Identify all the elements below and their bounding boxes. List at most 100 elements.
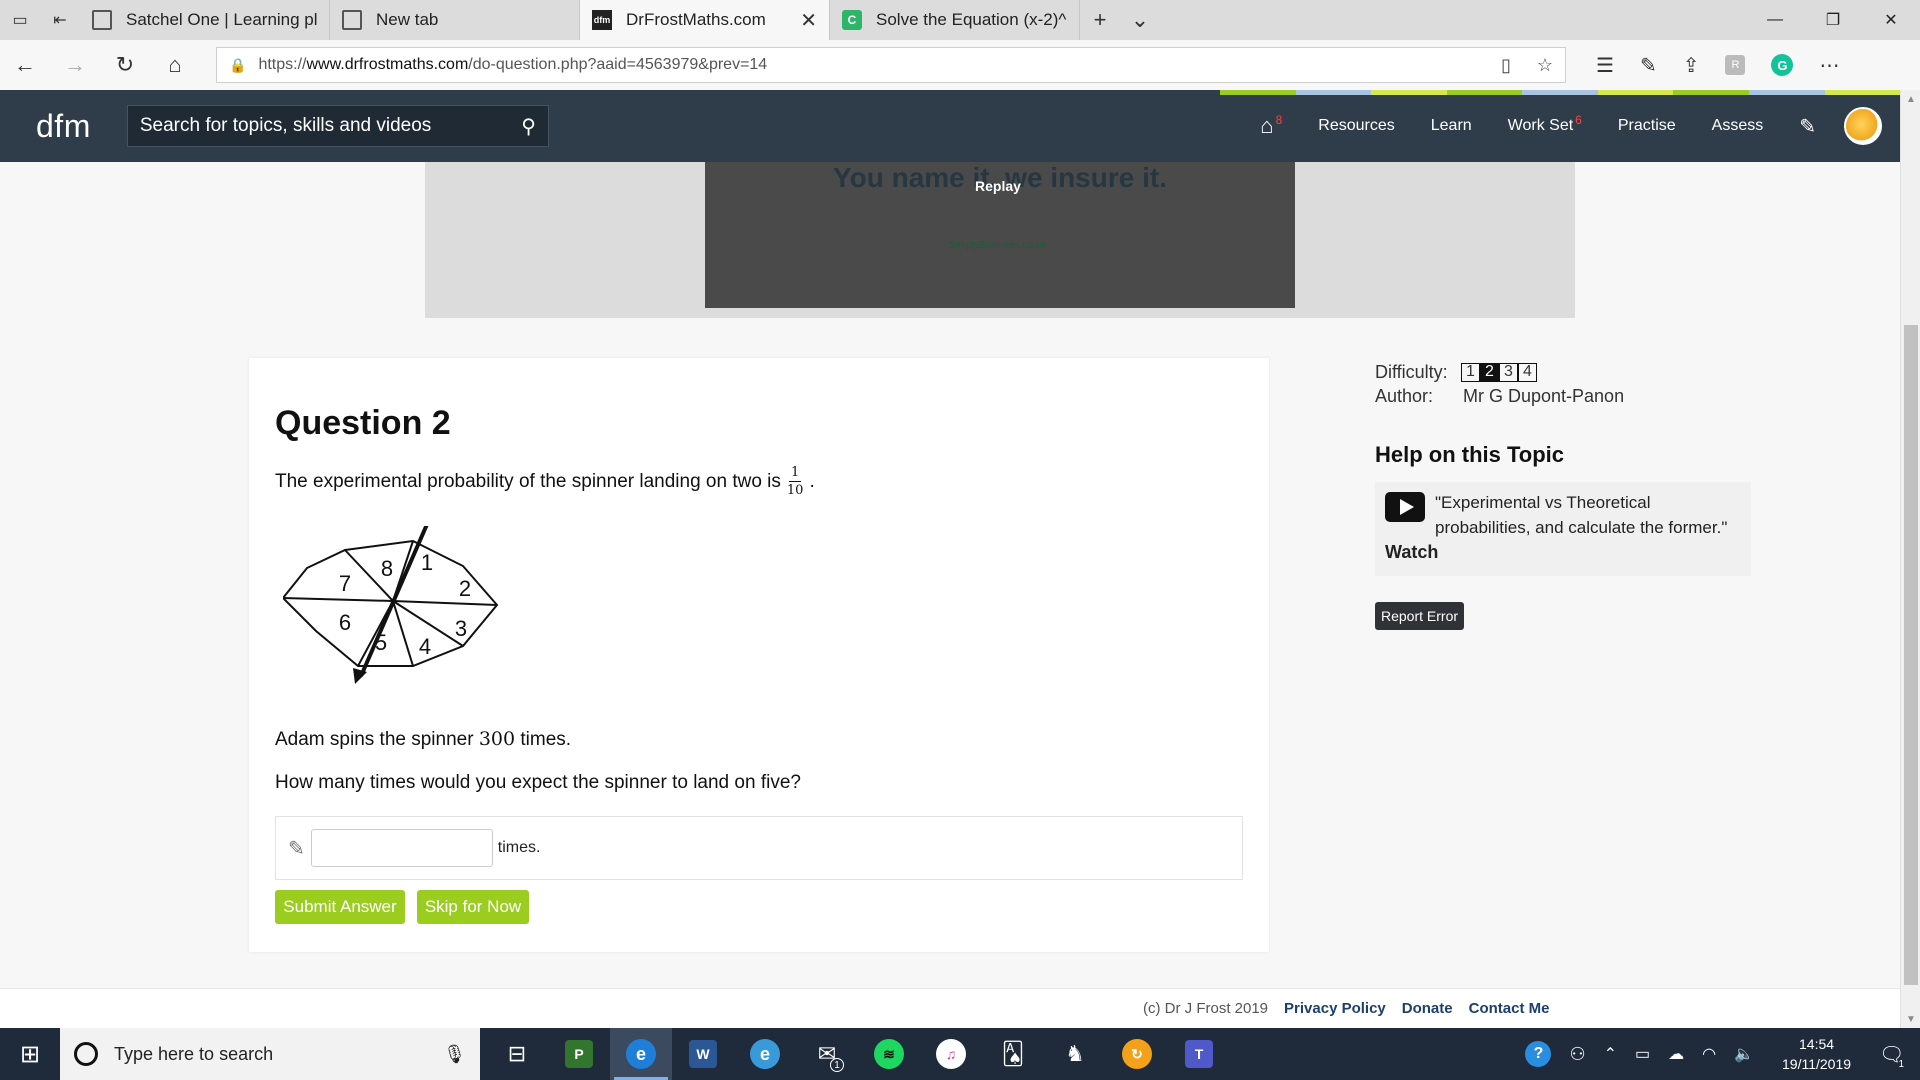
- tab-drfrostmaths[interactable]: dfm DrFrostMaths.com ✕: [580, 0, 830, 40]
- reading-view-icon[interactable]: ▯: [1501, 55, 1511, 76]
- new-tab-button[interactable]: +: [1080, 0, 1120, 40]
- address-bar: ← → ↻ ⌂ 🔒 https://www.drfrostmaths.com/d…: [0, 40, 1920, 90]
- edge-app-icon[interactable]: e: [610, 1028, 672, 1080]
- ad-link[interactable]: SimplyBusiness.co.uk: [949, 240, 1046, 251]
- avatar[interactable]: [1844, 107, 1882, 145]
- extension-icon[interactable]: R: [1725, 55, 1746, 75]
- donate-link[interactable]: Donate: [1402, 1000, 1453, 1017]
- favorite-star-icon[interactable]: ☆: [1537, 55, 1553, 76]
- notification-icon[interactable]: 🗨1: [1879, 1042, 1910, 1070]
- spotify-app-icon[interactable]: ≋: [858, 1028, 920, 1080]
- game-app-icon[interactable]: ♞: [1044, 1028, 1106, 1080]
- tab-actions-icon[interactable]: ▭: [0, 0, 40, 40]
- spinner-diagram: 8 1 2 3 4 5 6 7: [283, 526, 499, 684]
- refresh-icon[interactable]: ↻: [100, 52, 150, 78]
- skip-button[interactable]: Skip for Now: [417, 890, 529, 924]
- spinner-label: 6: [339, 610, 351, 635]
- minimize-icon[interactable]: —: [1746, 0, 1804, 40]
- close-window-icon[interactable]: ✕: [1862, 0, 1920, 40]
- replay-button[interactable]: Replay: [975, 178, 1021, 194]
- teams-app-icon[interactable]: T: [1168, 1028, 1230, 1080]
- forward-icon[interactable]: →: [50, 52, 100, 78]
- nav-resources[interactable]: Resources: [1300, 117, 1412, 135]
- scroll-thumb[interactable]: [1904, 325, 1918, 985]
- set-tabs-aside-icon[interactable]: ⇤: [40, 0, 80, 40]
- help-title: Help on this Topic: [1375, 442, 1565, 467]
- nav-work-set-label: Work Set: [1507, 117, 1574, 134]
- volume-icon[interactable]: 🔈: [1734, 1044, 1754, 1064]
- spinner-label: 8: [381, 556, 393, 581]
- word-app-icon[interactable]: W: [672, 1028, 734, 1080]
- site-search-input[interactable]: [139, 115, 522, 137]
- submit-answer-button[interactable]: Submit Answer: [275, 890, 405, 924]
- back-icon[interactable]: ←: [0, 52, 50, 78]
- pencil-icon[interactable]: ✎: [1781, 114, 1834, 139]
- clock[interactable]: 14:54 19/11/2019: [1782, 1034, 1851, 1074]
- difficulty-level: 1: [1461, 362, 1480, 382]
- tab-label: Satchel One | Learning platf: [126, 10, 317, 29]
- pen-icon[interactable]: ✎: [1640, 53, 1657, 78]
- close-tab-icon[interactable]: ✕: [800, 8, 817, 33]
- nav-learn[interactable]: Learn: [1413, 117, 1490, 135]
- search-icon[interactable]: ⚲: [521, 114, 536, 139]
- scroll-down-icon[interactable]: ▼: [1901, 1010, 1920, 1028]
- nav-assess[interactable]: Assess: [1694, 117, 1782, 135]
- tab-new-tab[interactable]: New tab: [330, 0, 580, 40]
- cortana-icon[interactable]: [74, 1042, 98, 1066]
- page-scrollbar[interactable]: ▲ ▼: [1900, 90, 1920, 1028]
- nav-work-set[interactable]: Work Set 6: [1490, 113, 1600, 135]
- cloud-icon[interactable]: ☁: [1668, 1044, 1684, 1064]
- microphone-icon[interactable]: 🎙: [443, 1044, 466, 1065]
- battery-icon[interactable]: ▭: [1635, 1044, 1650, 1064]
- url-field[interactable]: 🔒 https://www.drfrostmaths.com/do-questi…: [216, 47, 1566, 83]
- chevron-up-icon[interactable]: ⌃: [1604, 1044, 1617, 1064]
- tab-satchel-one[interactable]: Satchel One | Learning platf: [80, 0, 330, 40]
- help-video-card[interactable]: "Experimental vs Theoretical probabiliti…: [1375, 482, 1751, 576]
- house-icon: ⌂: [1260, 113, 1274, 138]
- color-strip: [1220, 90, 1901, 95]
- internet-explorer-icon[interactable]: e: [734, 1028, 796, 1080]
- wifi-icon[interactable]: ◠: [1702, 1044, 1716, 1064]
- difficulty-level: 2: [1480, 362, 1499, 382]
- home-badge: 8: [1275, 113, 1283, 127]
- task-view-icon[interactable]: ⊟: [486, 1028, 548, 1080]
- copyright: (c) Dr J Frost 2019: [1143, 1000, 1269, 1017]
- more-icon[interactable]: ⋯: [1819, 53, 1839, 78]
- scroll-up-icon[interactable]: ▲: [1901, 90, 1920, 108]
- fraction: 1 10: [786, 465, 804, 498]
- nav-practise[interactable]: Practise: [1600, 117, 1694, 135]
- tab-solve-equation[interactable]: C Solve the Equation (x-2)^2+: [830, 0, 1080, 40]
- report-error-button[interactable]: Report Error: [1375, 602, 1465, 630]
- tab-label: New tab: [376, 10, 439, 29]
- main-menu: ⌂ 8 Resources Learn Work Set 6 Practise …: [1242, 107, 1900, 145]
- notification-count: 1: [1898, 1058, 1904, 1070]
- help-tray-icon[interactable]: ?: [1525, 1041, 1552, 1067]
- play-icon[interactable]: [1385, 492, 1425, 522]
- people-icon[interactable]: ⚇: [1569, 1044, 1585, 1065]
- tab-label: Solve the Equation (x-2)^2+: [876, 10, 1067, 29]
- nav-home[interactable]: ⌂ 8: [1242, 113, 1300, 139]
- grammarly-icon[interactable]: G: [1771, 54, 1794, 76]
- answer-area: ✎ times.: [275, 816, 1243, 880]
- itunes-app-icon[interactable]: ♫: [920, 1028, 982, 1080]
- privacy-link[interactable]: Privacy Policy: [1284, 1000, 1386, 1017]
- share-icon[interactable]: ⇪: [1683, 53, 1700, 78]
- taskbar-search-input[interactable]: [114, 1043, 444, 1065]
- taskbar-apps: ⊟ P e W e ✉ 1 ≋ ♫ 🂡 ♞ ↻ T: [486, 1028, 1230, 1080]
- solitaire-app-icon[interactable]: 🂡: [982, 1028, 1044, 1080]
- mail-app-icon[interactable]: ✉ 1: [796, 1028, 858, 1080]
- sync-app-icon[interactable]: ↻: [1106, 1028, 1168, 1080]
- url-text: https://www.drfrostmaths.com/do-question…: [258, 56, 768, 73]
- windows-start-icon[interactable]: ⊞: [0, 1040, 60, 1069]
- favorites-list-icon[interactable]: ☰: [1596, 53, 1614, 78]
- chevron-down-icon[interactable]: ⌄: [1120, 0, 1160, 40]
- project-app-icon[interactable]: P: [548, 1028, 610, 1080]
- answer-input[interactable]: [310, 829, 493, 867]
- watch-link[interactable]: Watch: [1385, 542, 1741, 563]
- restore-icon[interactable]: ❐: [1804, 0, 1862, 40]
- difficulty-level: 3: [1499, 362, 1518, 382]
- ad-video[interactable]: You name it, we insure it. Replay Simply…: [705, 162, 1295, 308]
- site-logo[interactable]: dfm: [36, 108, 91, 145]
- contact-link[interactable]: Contact Me: [1469, 1000, 1550, 1017]
- home-icon[interactable]: ⌂: [150, 52, 200, 78]
